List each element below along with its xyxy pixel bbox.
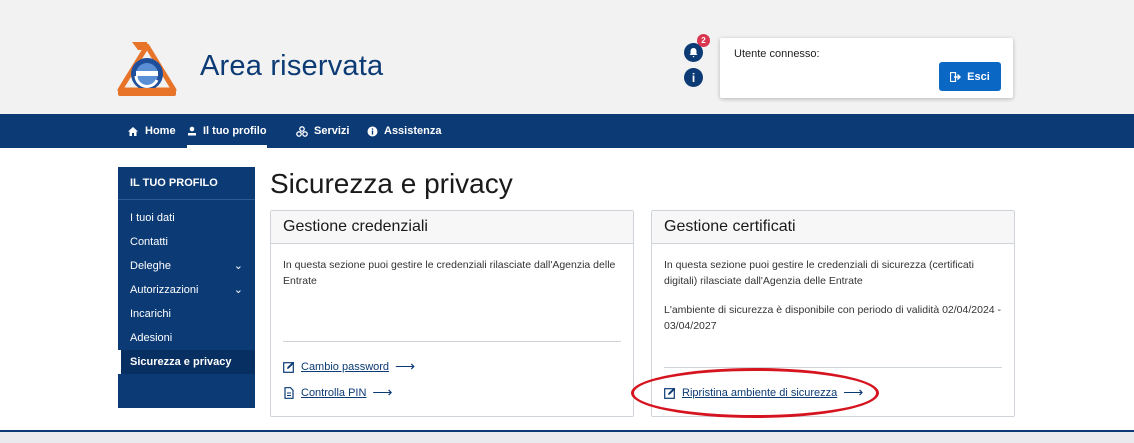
sidebar-item-label: Incarichi <box>130 308 171 320</box>
card-divider <box>283 341 621 342</box>
notification-badge: 2 <box>697 34 710 47</box>
cambio-password-link[interactable]: Cambio password ⟶ <box>283 358 415 375</box>
agenzia-logo[interactable] <box>116 40 178 98</box>
sidebar-item-adesioni[interactable]: Adesioni <box>118 326 255 350</box>
sidebar-item-label: Deleghe <box>130 260 171 272</box>
site-title: Area riservata <box>200 50 384 82</box>
nav-assistance-label: Assistenza <box>384 125 442 137</box>
info-circle-icon <box>367 126 378 136</box>
header: Area riservata 2 i Utente connesso: Esci <box>0 0 1134 114</box>
logout-label: Esci <box>967 70 990 83</box>
nav-home-label: Home <box>145 125 176 137</box>
page-title: Sicurezza e privacy <box>270 168 513 199</box>
sidebar-item-label: Adesioni <box>130 332 173 344</box>
sidebar-item-tuoi-dati[interactable]: I tuoi dati <box>118 206 255 230</box>
sidebar-item-label: Contatti <box>130 236 168 248</box>
chevron-down-icon: ⌄ <box>233 284 243 296</box>
link-label: Cambio password <box>301 360 390 373</box>
services-icon <box>296 125 308 137</box>
validity-text: L'ambiente di sicurezza è disponibile co… <box>664 304 1002 332</box>
card-title: Gestione certificati <box>652 211 1014 244</box>
sidebar-item-label: I tuoi dati <box>130 212 175 224</box>
chevron-down-icon: ⌄ <box>233 260 243 272</box>
profile-sidebar: IL TUO PROFILO I tuoi dati Contatti Dele… <box>118 167 255 408</box>
user-icon <box>188 126 196 136</box>
link-label: Controlla PIN <box>301 386 367 399</box>
sidebar-item-incarichi[interactable]: Incarichi <box>118 302 255 326</box>
nav-services-label: Servizi <box>314 125 350 137</box>
logout-icon <box>950 71 962 82</box>
edit-icon <box>283 361 295 373</box>
card-gestione-credenziali: Gestione credenziali In questa sezione p… <box>270 210 634 417</box>
notifications-bell-icon[interactable]: 2 <box>684 34 710 62</box>
card-description: In questa sezione puoi gestire le creden… <box>283 259 616 287</box>
page: Area riservata 2 i Utente connesso: Esci… <box>0 0 1134 443</box>
card-divider <box>664 367 1002 368</box>
user-panel: Utente connesso: Esci <box>720 38 1013 98</box>
nav-profile-label: Il tuo profilo <box>203 125 267 137</box>
arrow-right-icon: ⟶ <box>395 358 416 374</box>
red-highlight-ellipse <box>631 368 879 418</box>
user-connected-label: Utente connesso: <box>734 48 820 60</box>
sidebar-item-label: Sicurezza e privacy <box>130 356 232 368</box>
arrow-right-icon: ⟶ <box>372 384 393 400</box>
sidebar-item-autorizzazioni[interactable]: Autorizzazioni ⌄ <box>118 278 255 302</box>
main-nav: Home Il tuo profilo Servizi Assistenza <box>0 114 1134 148</box>
sidebar-item-deleghe[interactable]: Deleghe ⌄ <box>118 254 255 278</box>
card-description: In questa sezione puoi gestire le creden… <box>664 259 974 287</box>
nav-assistance[interactable]: Assistenza <box>367 114 441 148</box>
document-icon <box>284 386 294 399</box>
bottom-strip <box>0 432 1134 443</box>
logout-button[interactable]: Esci <box>939 62 1001 91</box>
sidebar-item-label: Autorizzazioni <box>130 284 199 296</box>
card-title: Gestione credenziali <box>271 211 633 244</box>
controlla-pin-link[interactable]: Controlla PIN ⟶ <box>283 384 393 401</box>
sidebar-heading: IL TUO PROFILO <box>118 167 255 200</box>
nav-services[interactable]: Servizi <box>296 114 349 148</box>
info-icon[interactable]: i <box>684 68 703 87</box>
sidebar-item-contatti[interactable]: Contatti <box>118 230 255 254</box>
header-icons: 2 i <box>684 34 710 87</box>
sidebar-item-sicurezza[interactable]: Sicurezza e privacy <box>118 350 255 374</box>
nav-profile[interactable]: Il tuo profilo <box>187 114 267 148</box>
home-icon <box>128 126 138 136</box>
nav-home[interactable]: Home <box>127 114 176 148</box>
